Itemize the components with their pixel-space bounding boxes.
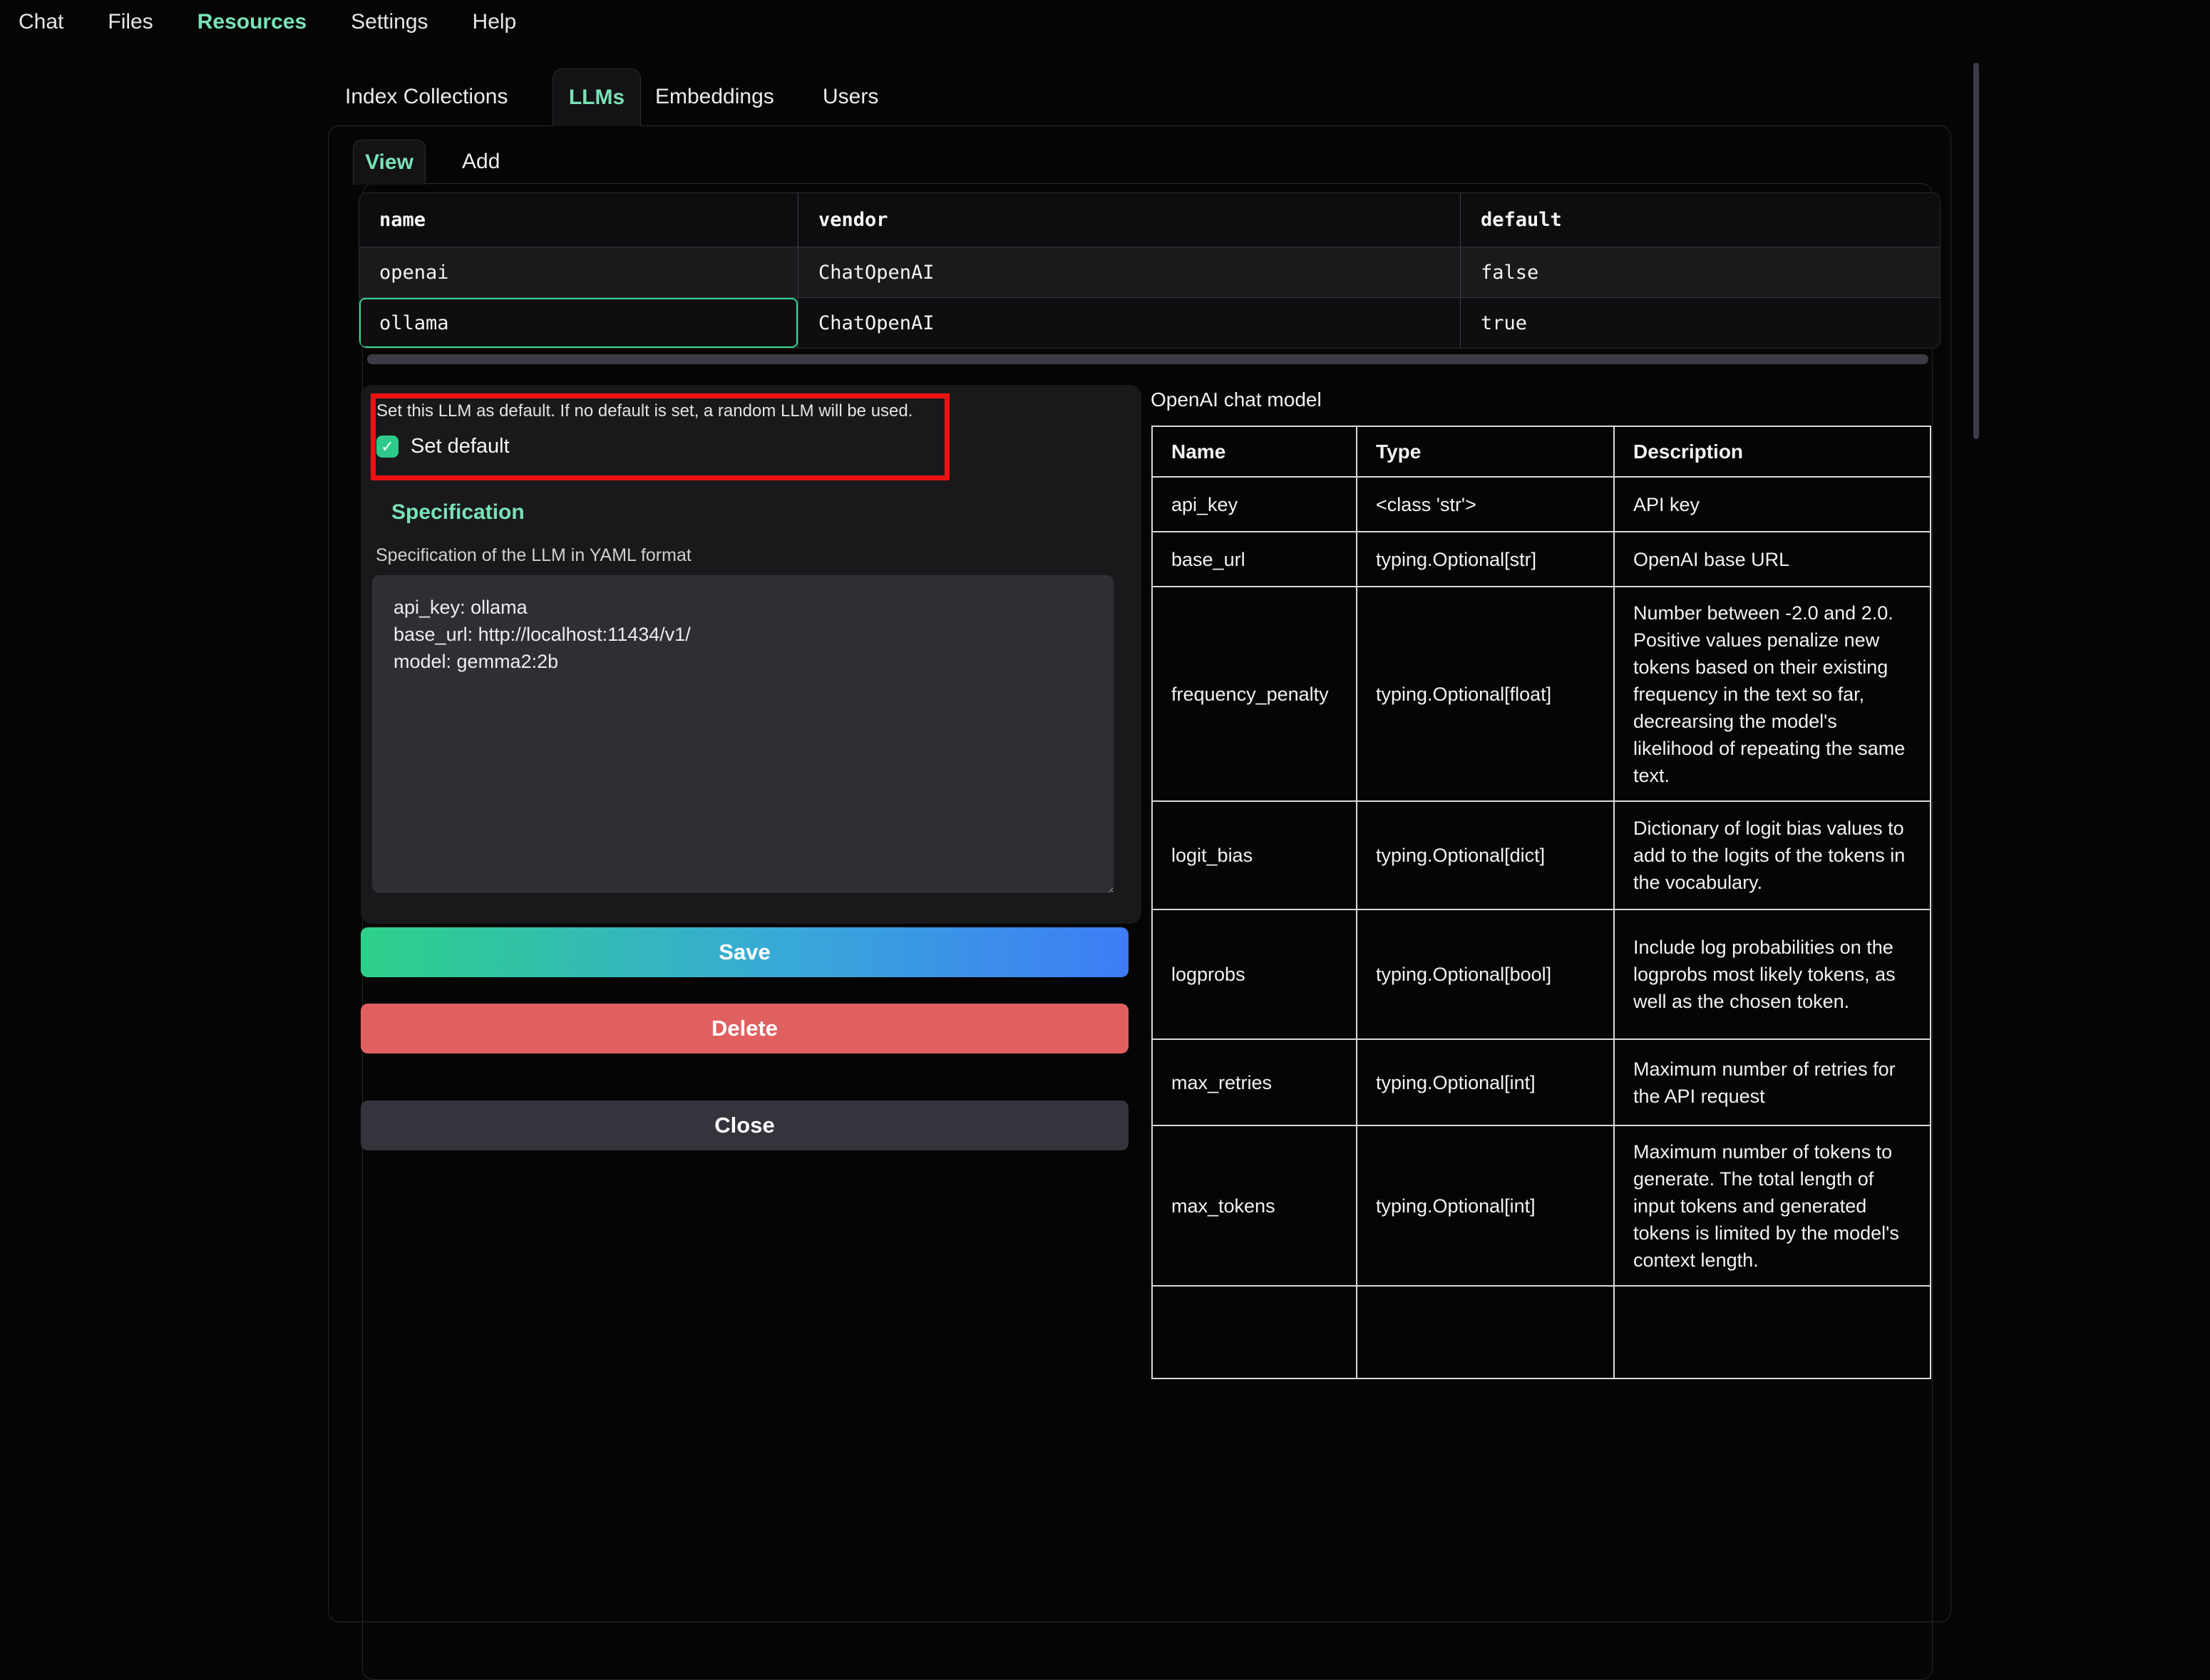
- doc-param-name: max_tokens: [1152, 1125, 1357, 1286]
- default-note-text: Set this LLM as default. If no default i…: [376, 401, 944, 421]
- doc-param-name: base_url: [1152, 532, 1357, 587]
- doc-param-type: typing.Optional[dict]: [1357, 801, 1614, 909]
- doc-header-name: Name: [1152, 426, 1357, 477]
- table-row: max_tokens typing.Optional[int] Maximum …: [1152, 1125, 1931, 1286]
- table-row: logprobs typing.Optional[bool] Include l…: [1152, 909, 1931, 1039]
- subtab-add[interactable]: Add: [462, 140, 500, 183]
- table-row: base_url typing.Optional[str] OpenAI bas…: [1152, 532, 1931, 587]
- nav-item-resources[interactable]: Resources: [197, 10, 307, 34]
- doc-param-type: typing.Optional[float]: [1357, 587, 1614, 801]
- llm-table-horizontal-scrollbar[interactable]: [367, 354, 1928, 364]
- model-doc-title: OpenAI chat model: [1151, 388, 1322, 411]
- set-default-label[interactable]: Set default: [411, 434, 510, 458]
- table-row: max_retries typing.Optional[int] Maximum…: [1152, 1039, 1931, 1125]
- model-doc-table: Name Type Description api_key <class 'st…: [1151, 426, 1931, 1379]
- llm-table: name vendor default openai ChatOpenAI fa…: [359, 192, 1941, 349]
- tab-embeddings[interactable]: Embeddings: [655, 68, 774, 125]
- table-row-partial: [1152, 1286, 1931, 1378]
- doc-param-name: api_key: [1152, 477, 1357, 532]
- doc-param-name: frequency_penalty: [1152, 587, 1357, 801]
- specification-caption: Specification of the LLM in YAML format: [376, 545, 692, 566]
- save-button[interactable]: Save: [361, 927, 1129, 977]
- llm-table-header-row: name vendor default: [359, 193, 1940, 247]
- doc-param-description: Number between -2.0 and 2.0. Positive va…: [1614, 587, 1931, 801]
- llm-table-header-vendor: vendor: [798, 193, 1460, 247]
- nav-item-files[interactable]: Files: [108, 10, 153, 34]
- doc-param-description: OpenAI base URL: [1614, 532, 1931, 587]
- doc-param-description: API key: [1614, 477, 1931, 532]
- llm-cell-name-selected[interactable]: ollama: [359, 298, 798, 348]
- doc-param-type: typing.Optional[int]: [1357, 1039, 1614, 1125]
- llm-table-header-name: name: [359, 193, 798, 247]
- nav-item-chat[interactable]: Chat: [19, 10, 63, 34]
- doc-param-description: Dictionary of logit bias values to add t…: [1614, 801, 1931, 909]
- tab-llms[interactable]: LLMs: [552, 68, 641, 126]
- doc-header-type: Type: [1357, 426, 1614, 477]
- doc-param-type: <class 'str'>: [1357, 477, 1614, 532]
- llm-cell-vendor[interactable]: ChatOpenAI: [798, 247, 1460, 297]
- doc-param-description: Maximum number of retries for the API re…: [1614, 1039, 1931, 1125]
- subtab-view[interactable]: View: [353, 140, 426, 185]
- doc-param-type: [1357, 1286, 1614, 1378]
- table-row[interactable]: ollama ChatOpenAI true: [359, 297, 1940, 348]
- doc-param-name: [1152, 1286, 1357, 1378]
- llm-cell-default[interactable]: true: [1460, 298, 1940, 348]
- close-button[interactable]: Close: [361, 1101, 1129, 1150]
- checkbox-check-icon: ✓: [381, 438, 394, 456]
- table-row: api_key <class 'str'> API key: [1152, 477, 1931, 532]
- table-row: frequency_penalty typing.Optional[float]…: [1152, 587, 1931, 801]
- tab-index-collections[interactable]: Index Collections: [345, 68, 508, 125]
- doc-param-description: Include log probabilities on the logprob…: [1614, 909, 1931, 1039]
- doc-param-type: typing.Optional[int]: [1357, 1125, 1614, 1286]
- doc-param-name: logit_bias: [1152, 801, 1357, 909]
- nav-item-settings[interactable]: Settings: [351, 10, 428, 34]
- doc-header-row: Name Type Description: [1152, 426, 1931, 477]
- llm-cell-name[interactable]: openai: [359, 247, 798, 297]
- set-default-checkbox[interactable]: ✓: [376, 436, 399, 458]
- llm-table-header-default: default: [1460, 193, 1940, 247]
- doc-param-name: max_retries: [1152, 1039, 1357, 1125]
- doc-param-description: [1614, 1286, 1931, 1378]
- doc-param-name: logprobs: [1152, 909, 1357, 1039]
- nav-item-help[interactable]: Help: [473, 10, 517, 34]
- delete-button[interactable]: Delete: [361, 1004, 1129, 1053]
- table-row[interactable]: openai ChatOpenAI false: [359, 247, 1940, 297]
- top-nav: Chat Files Resources Settings Help: [0, 0, 516, 44]
- llm-cell-default[interactable]: false: [1460, 247, 1940, 297]
- doc-param-type: typing.Optional[str]: [1357, 532, 1614, 587]
- table-row: logit_bias typing.Optional[dict] Diction…: [1152, 801, 1931, 909]
- page-vertical-scrollbar[interactable]: [1973, 63, 1979, 439]
- tab-users[interactable]: Users: [823, 68, 878, 125]
- specification-heading: Specification: [391, 500, 525, 525]
- doc-param-description: Maximum number of tokens to generate. Th…: [1614, 1125, 1931, 1286]
- specification-yaml-input[interactable]: api_key: ollama base_url: http://localho…: [372, 575, 1114, 893]
- doc-param-type: typing.Optional[bool]: [1357, 909, 1614, 1039]
- llm-cell-vendor[interactable]: ChatOpenAI: [798, 298, 1460, 348]
- doc-header-description: Description: [1614, 426, 1931, 477]
